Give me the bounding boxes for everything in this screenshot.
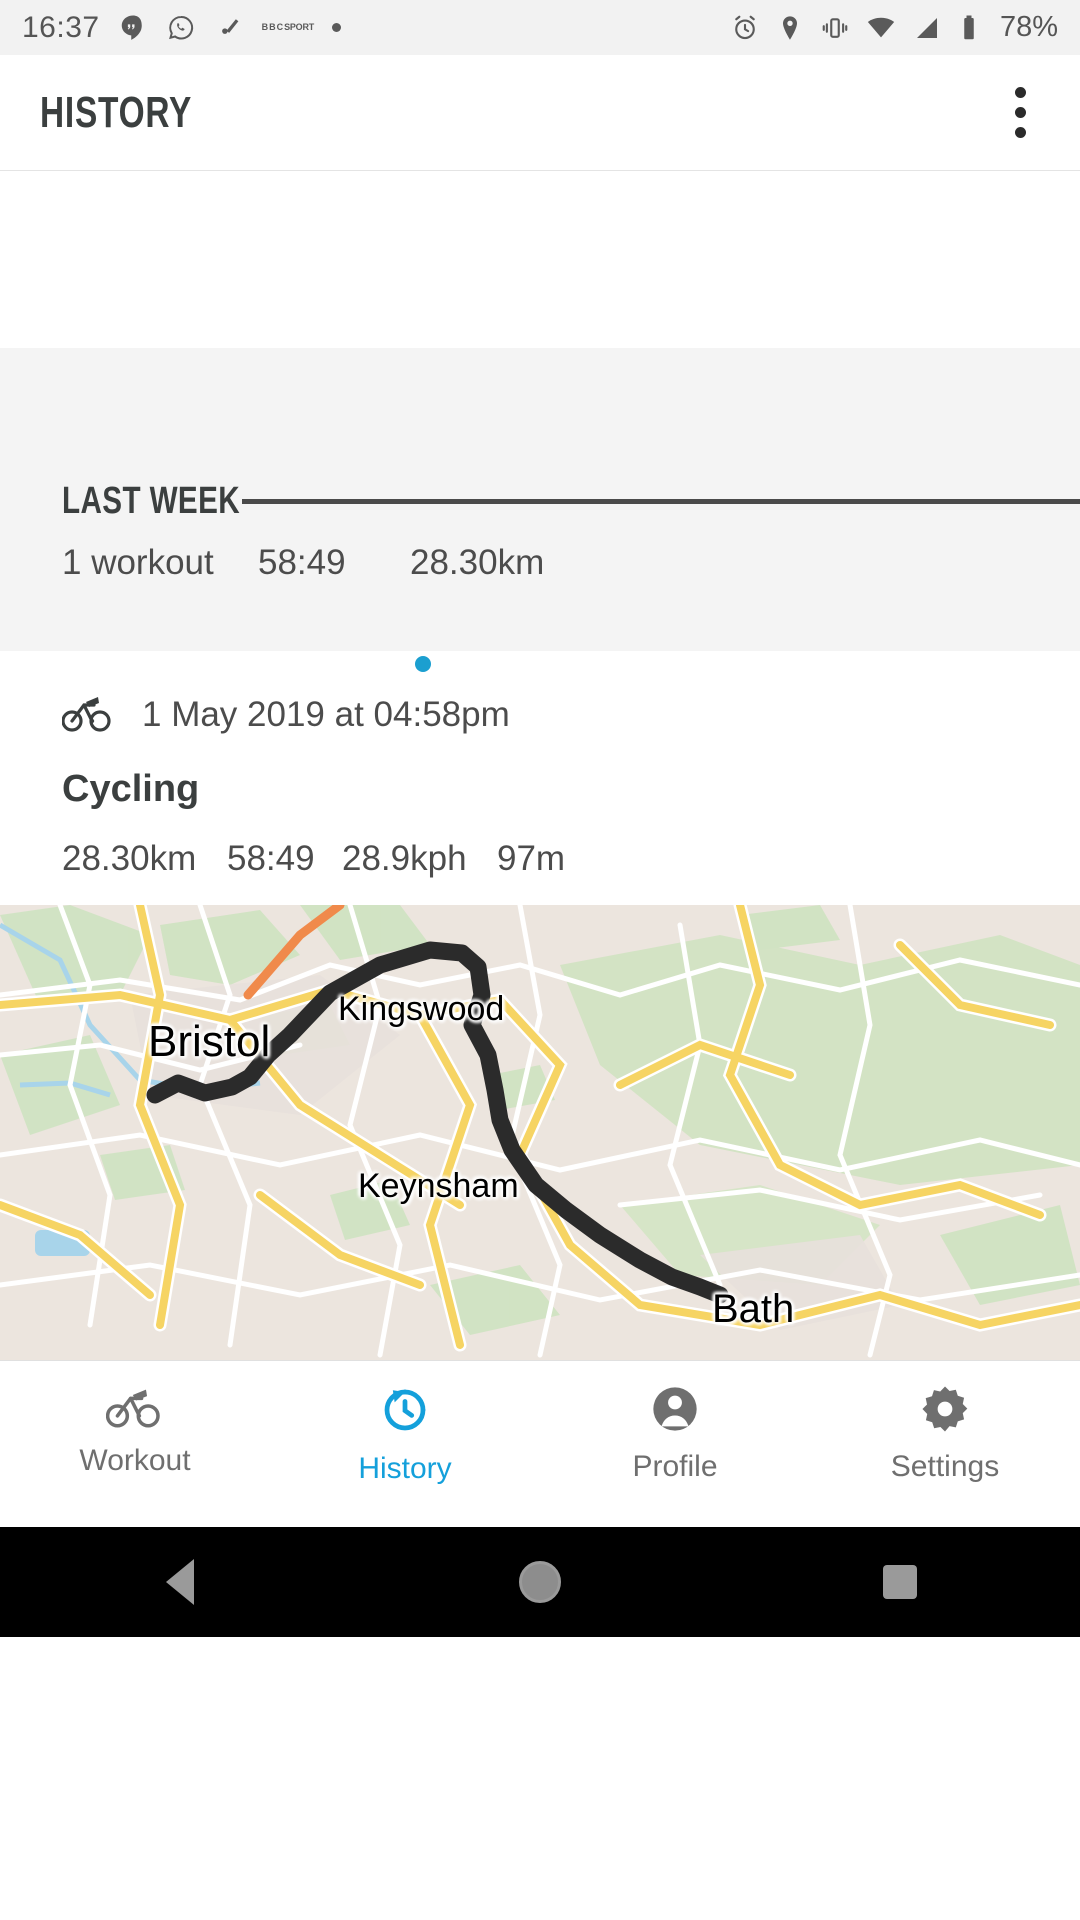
content-top-spacer <box>0 171 1080 348</box>
workout-distance: 28.30km <box>62 839 197 878</box>
workout-duration: 58:49 <box>227 839 315 878</box>
android-recents-button[interactable] <box>800 1565 1000 1599</box>
status-bar-right: 78% <box>730 11 1058 44</box>
map-label-bristol: Bristol <box>148 1017 271 1066</box>
battery-icon <box>958 13 980 43</box>
home-circle-icon <box>519 1561 561 1603</box>
signal-icon <box>912 13 942 43</box>
summary-workout-count: 1 workout <box>62 543 214 582</box>
android-home-button[interactable] <box>440 1561 640 1603</box>
person-icon <box>649 1383 701 1440</box>
hangouts-icon <box>118 13 148 43</box>
map-label-bath: Bath <box>712 1287 795 1331</box>
bbc-sport-icon: BBC SPORT <box>262 23 315 32</box>
workout-speed: 28.9kph <box>342 839 467 878</box>
nav-label-workout: Workout <box>79 1444 191 1477</box>
kebab-dot-2 <box>1015 107 1026 118</box>
weekly-chart-point <box>415 656 431 672</box>
kebab-dot-1 <box>1015 87 1026 98</box>
back-triangle-icon <box>166 1559 194 1605</box>
bbc-sport-bottom: SPORT <box>284 22 315 32</box>
summary-title: LAST WEEK <box>62 480 241 522</box>
summary-duration: 58:49 <box>258 543 346 582</box>
map-canvas <box>0 905 1080 1360</box>
android-back-button[interactable] <box>80 1559 280 1605</box>
summary-stats: 1 workout 58:49 28.30km <box>62 543 544 583</box>
status-bar-left: 16:37 BBC SPORT <box>22 11 730 45</box>
bottom-navigation: Workout History Profile Settings <box>0 1360 1080 1527</box>
nav-item-workout[interactable]: Workout <box>0 1383 270 1478</box>
workout-header-row: 1 May 2019 at 04:58pm <box>61 691 1080 738</box>
vibrate-icon <box>820 13 850 43</box>
cycling-icon <box>105 1383 164 1434</box>
kebab-dot-3 <box>1015 127 1026 138</box>
edit-pencil-icon <box>214 13 244 43</box>
history-clock-icon <box>378 1383 432 1442</box>
nav-item-history[interactable]: History <box>270 1383 540 1486</box>
recents-square-icon <box>883 1565 917 1599</box>
whatsapp-icon <box>166 13 196 43</box>
overflow-menu-button[interactable] <box>1001 77 1040 148</box>
status-bar: 16:37 BBC SPORT 78% <box>0 0 1080 55</box>
bbc-sport-top: BBC <box>261 22 285 32</box>
workout-type: Cycling <box>62 768 200 810</box>
app-bar: HISTORY <box>0 55 1080 171</box>
page-title: HISTORY <box>40 87 193 137</box>
map-label-kingswood: Kingswood <box>338 990 505 1028</box>
dot-icon <box>332 23 342 32</box>
nav-label-profile: Profile <box>632 1450 718 1483</box>
nav-label-settings: Settings <box>890 1450 1000 1483</box>
summary-divider <box>242 499 1080 504</box>
gear-icon <box>919 1383 971 1440</box>
battery-percent: 78% <box>999 11 1058 43</box>
nav-label-history: History <box>358 1452 452 1485</box>
cycling-icon <box>61 691 114 738</box>
workout-list-item[interactable]: 1 May 2019 at 04:58pm Cycling 28.30km 58… <box>0 651 1080 905</box>
summary-distance: 28.30km <box>410 543 545 582</box>
route-map[interactable]: Bristol Kingswood Keynsham Bath <box>0 905 1080 1360</box>
android-navigation-bar <box>0 1527 1080 1637</box>
workout-datetime: 1 May 2019 at 04:58pm <box>142 694 510 734</box>
summary-header: LAST WEEK <box>62 480 1080 523</box>
wifi-icon <box>866 13 896 43</box>
alarm-icon <box>730 13 760 43</box>
map-label-keynsham: Keynsham <box>358 1167 519 1205</box>
nav-item-settings[interactable]: Settings <box>810 1383 1080 1484</box>
workout-ascent: 97m <box>497 839 566 878</box>
workout-stats: 28.30km 58:49 28.9kph 97m <box>62 839 1080 879</box>
nav-item-profile[interactable]: Profile <box>540 1383 810 1484</box>
status-time: 16:37 <box>22 10 100 44</box>
weekly-summary-panel[interactable]: LAST WEEK 1 workout 58:49 28.30km <box>0 348 1080 672</box>
location-icon <box>776 14 804 42</box>
